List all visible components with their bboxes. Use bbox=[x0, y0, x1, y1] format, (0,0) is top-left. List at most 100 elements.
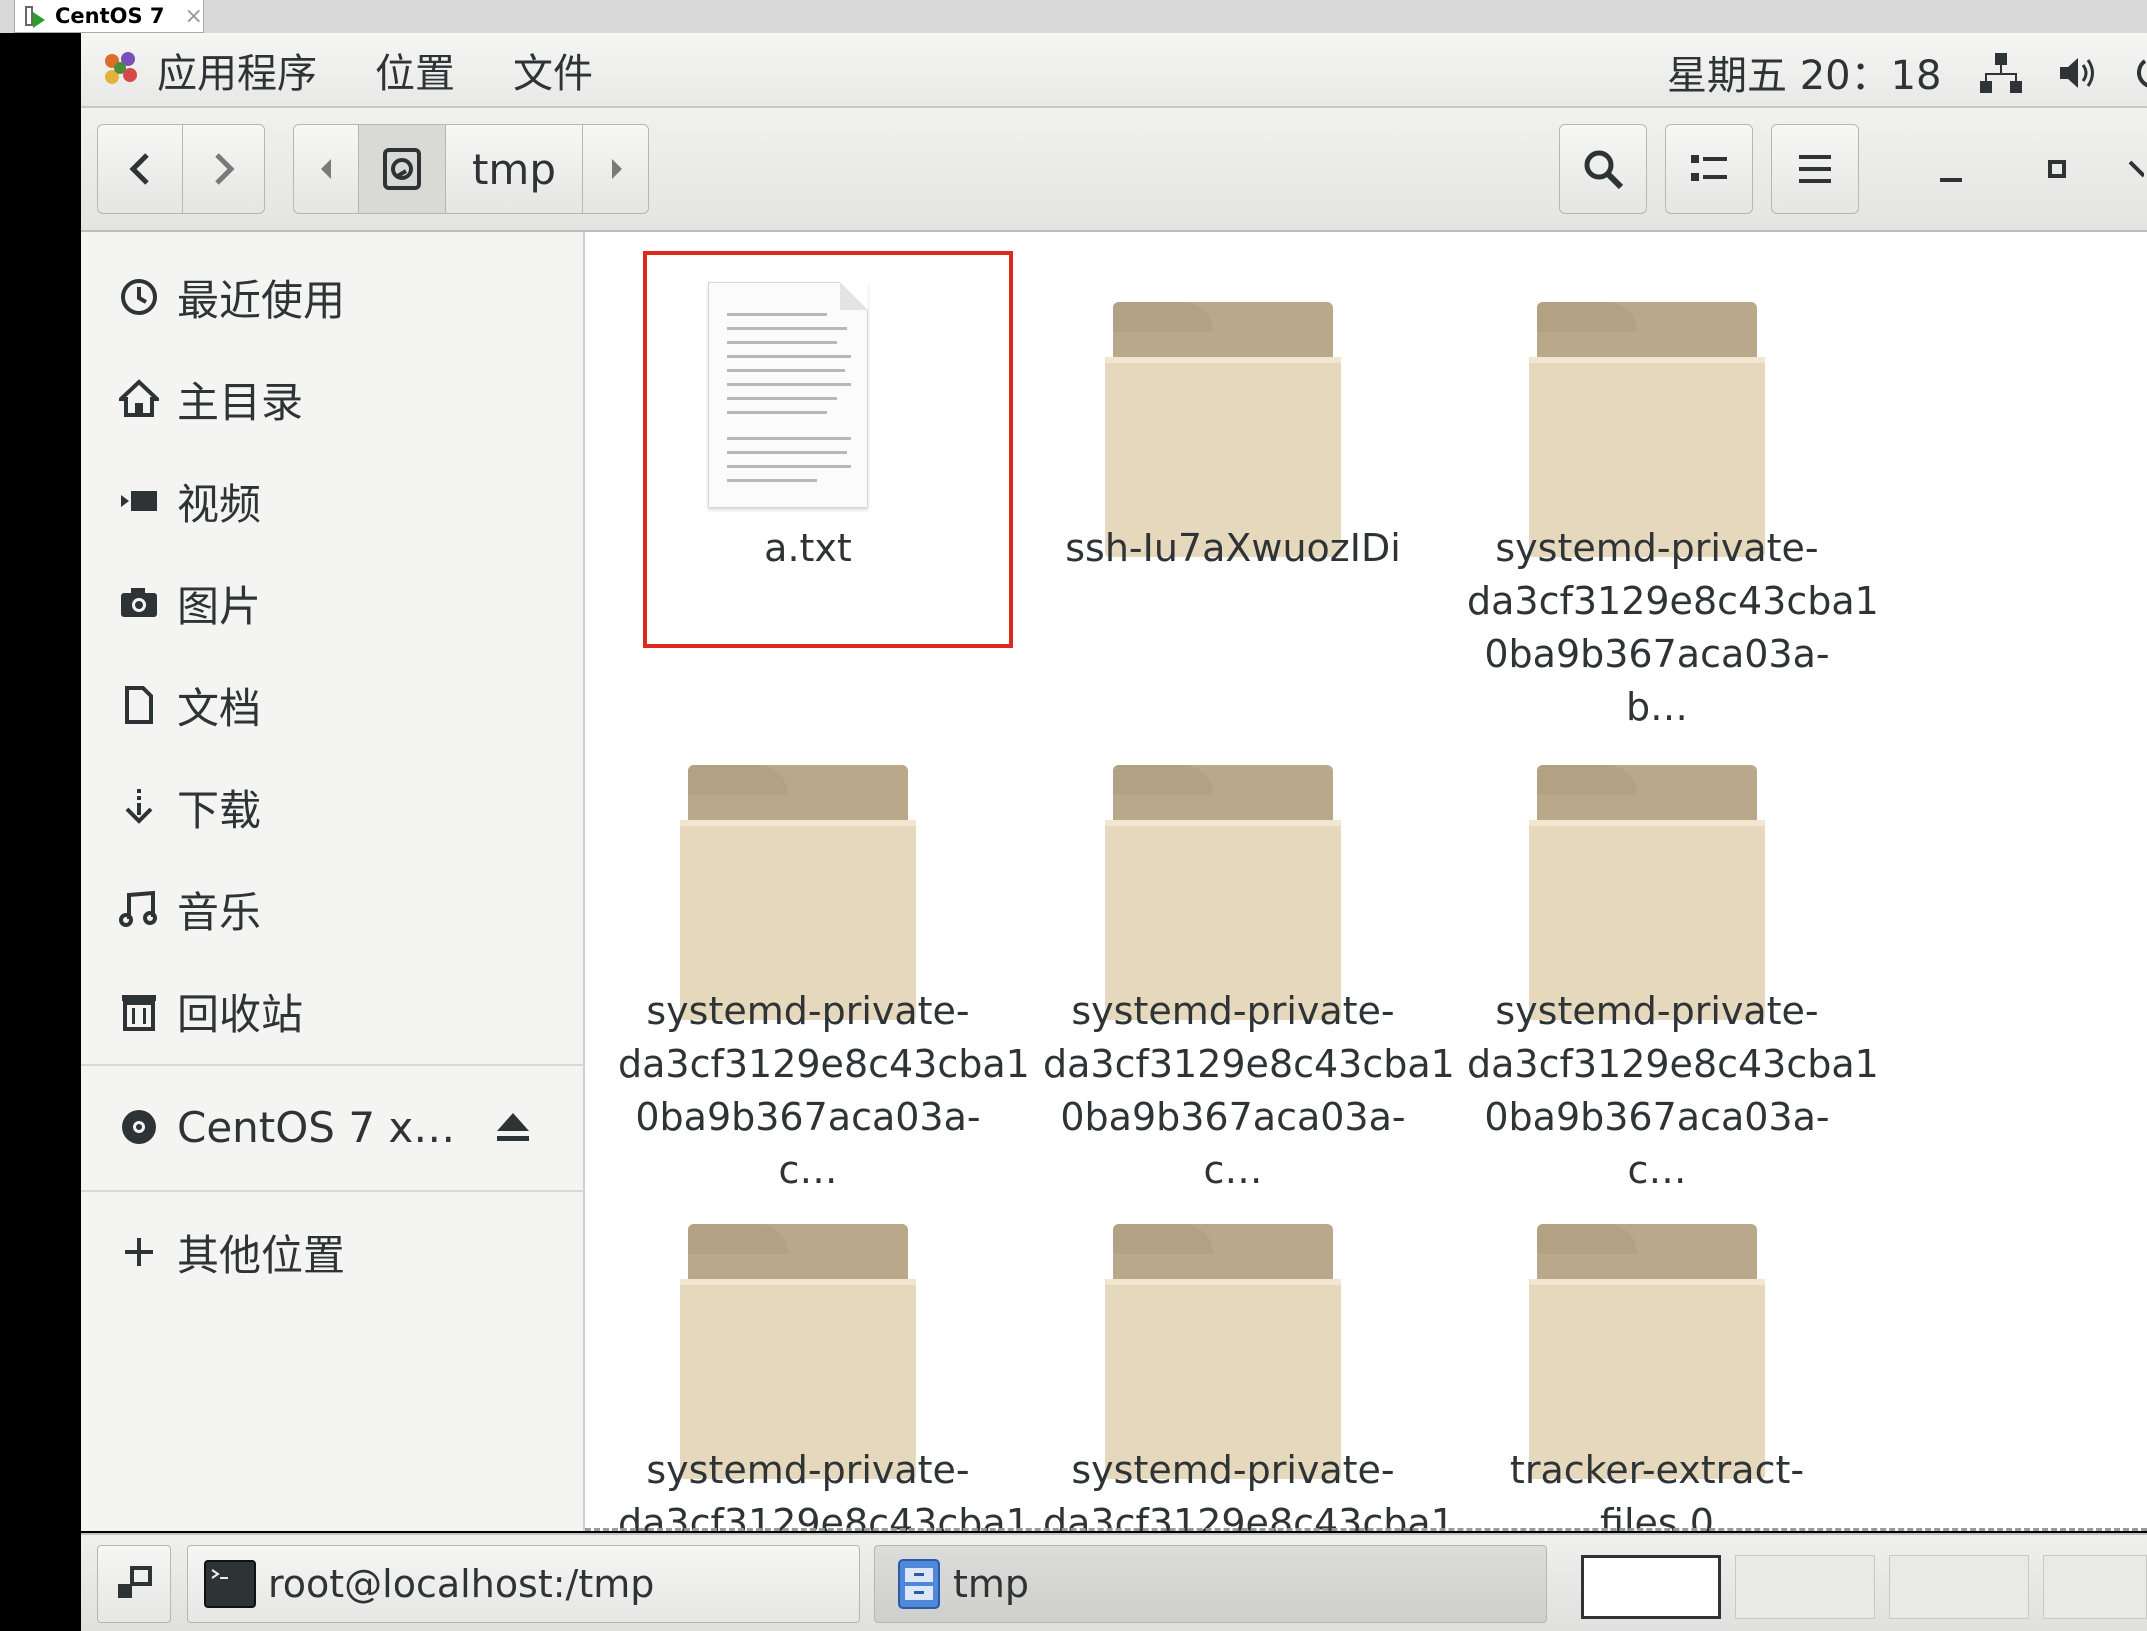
sidebar-item-label: 文档 bbox=[177, 683, 262, 733]
sidebar-item-label: 最近使用 bbox=[177, 275, 346, 325]
places-menu[interactable]: 位置 bbox=[375, 41, 455, 99]
close-button[interactable] bbox=[2121, 124, 2147, 214]
disc-icon bbox=[115, 1103, 163, 1151]
folder-name: systemd-private- da3cf3129e8c43cba1 0ba9… bbox=[1043, 989, 1455, 1192]
workspace-1[interactable] bbox=[1581, 1555, 1721, 1619]
header-bar: tmp bbox=[81, 108, 2147, 232]
folder-item[interactable]: tracker-extract-files.0 bbox=[1467, 1174, 1847, 1531]
path-scroll-left-button[interactable] bbox=[294, 125, 358, 213]
sidebar-item-music[interactable]: 音乐 bbox=[81, 864, 585, 954]
drive-icon bbox=[383, 148, 421, 190]
sidebar-item-label: 音乐 bbox=[177, 887, 262, 937]
search-button[interactable] bbox=[1559, 124, 1647, 214]
close-icon[interactable]: × bbox=[185, 4, 203, 29]
triangle-left-icon bbox=[321, 159, 331, 179]
trash-icon bbox=[115, 987, 163, 1035]
forward-button[interactable] bbox=[182, 125, 266, 213]
sidebar-item-recent[interactable]: 最近使用 bbox=[81, 252, 585, 342]
folder-item[interactable]: systemd-private- da3cf3129e8c43cba1 0ba9… bbox=[1467, 252, 1879, 729]
sidebar-item-other-locations[interactable]: 其他位置 bbox=[81, 1207, 585, 1297]
window-list: root@localhost:/tmp tmp bbox=[81, 1533, 2147, 1631]
sidebar-item-device[interactable]: CentOS 7 x… bbox=[81, 1082, 585, 1172]
vm-tab-strip: CentOS 7 × bbox=[0, 0, 2147, 33]
minimize-icon bbox=[1940, 178, 1962, 182]
workspace-2[interactable] bbox=[1735, 1555, 1875, 1619]
maximize-button[interactable] bbox=[2017, 124, 2097, 214]
host-side-strip bbox=[0, 33, 81, 1631]
video-icon bbox=[115, 477, 163, 525]
folder-icon bbox=[1529, 765, 1777, 1020]
vm-tab[interactable]: CentOS 7 × bbox=[14, 0, 204, 33]
folder-name: systemd-private- da3cf3129e8c43cba1 0ba9… bbox=[1467, 526, 1879, 729]
eject-icon[interactable] bbox=[493, 1107, 533, 1147]
desktop-icon bbox=[118, 1566, 152, 1598]
folder-name: systemd-private- da3cf3129e8c43cba1 bbox=[618, 1448, 1030, 1531]
file-menu[interactable]: 文件 bbox=[513, 41, 593, 99]
folder-item[interactable]: systemd-private- da3cf3129e8c43cba1 0ba9… bbox=[618, 715, 1030, 1192]
workspace-4[interactable] bbox=[2043, 1555, 2147, 1619]
sidebar-item-label: 主目录 bbox=[177, 377, 304, 427]
sidebar-item-pictures[interactable]: 图片 bbox=[81, 558, 585, 648]
sidebar-separator bbox=[81, 1190, 585, 1192]
terminal-icon bbox=[204, 1560, 256, 1608]
folder-name: systemd-private- da3cf3129e8c43cba1 bbox=[1043, 1448, 1455, 1531]
top-panel: 应用程序 位置 文件 星期五 20：18 bbox=[81, 33, 2147, 108]
close-window-icon bbox=[2128, 160, 2144, 178]
folder-icon bbox=[1529, 1224, 1777, 1479]
sidebar-item-label: CentOS 7 x… bbox=[177, 1102, 456, 1152]
vm-icon bbox=[23, 4, 47, 28]
vm-tab-title: CentOS 7 bbox=[55, 4, 165, 28]
applications-menu[interactable]: 应用程序 bbox=[157, 41, 317, 99]
clock[interactable]: 星期五 20：18 bbox=[1667, 43, 1942, 101]
folder-item[interactable]: systemd-private- da3cf3129e8c43cba1 0ba9… bbox=[1043, 715, 1455, 1192]
sidebar-item-label: 视频 bbox=[177, 479, 262, 529]
sidebar-item-label: 回收站 bbox=[177, 989, 304, 1039]
back-button[interactable] bbox=[98, 125, 182, 213]
sidebar-item-home[interactable]: 主目录 bbox=[81, 354, 585, 444]
chevron-left-icon bbox=[129, 153, 149, 185]
path-tmp-button[interactable]: tmp bbox=[446, 125, 582, 213]
taskbar-terminal[interactable]: root@localhost:/tmp bbox=[187, 1545, 860, 1623]
taskbar-files[interactable]: tmp bbox=[874, 1545, 1547, 1623]
sidebar-item-downloads[interactable]: 下载 bbox=[81, 762, 585, 852]
folder-name: systemd-private- da3cf3129e8c43cba1 0ba9… bbox=[1467, 989, 1879, 1192]
show-desktop-button[interactable] bbox=[97, 1545, 171, 1623]
volume-icon[interactable] bbox=[2056, 51, 2100, 104]
folder-item[interactable]: systemd-private- da3cf3129e8c43cba1 0ba9… bbox=[1467, 715, 1879, 1192]
plus-icon bbox=[115, 1228, 163, 1276]
music-icon bbox=[115, 885, 163, 933]
nav-button-group bbox=[97, 124, 265, 214]
home-icon bbox=[115, 375, 163, 423]
search-icon bbox=[1584, 150, 1624, 190]
path-scroll-right-button[interactable] bbox=[582, 125, 650, 213]
hamburger-icon bbox=[1799, 155, 1831, 183]
network-icon[interactable] bbox=[1979, 51, 2023, 104]
triangle-right-icon bbox=[611, 159, 622, 179]
power-icon[interactable] bbox=[2131, 51, 2147, 104]
taskbar-files-title: tmp bbox=[953, 1562, 1030, 1606]
taskbar-terminal-title: root@localhost:/tmp bbox=[268, 1562, 655, 1606]
selection-highlight bbox=[643, 251, 1013, 648]
clock-icon bbox=[115, 273, 163, 321]
sidebar-item-documents[interactable]: 文档 bbox=[81, 660, 585, 750]
menu-button[interactable] bbox=[1771, 124, 1859, 214]
sidebar-item-trash[interactable]: 回收站 bbox=[81, 966, 585, 1056]
sidebar-separator bbox=[81, 1064, 585, 1066]
folder-icon bbox=[680, 765, 928, 1020]
folder-icon bbox=[680, 1224, 928, 1479]
workspace-3[interactable] bbox=[1889, 1555, 2029, 1619]
chevron-right-icon bbox=[215, 153, 235, 185]
path-root-button[interactable] bbox=[358, 125, 446, 213]
document-icon bbox=[115, 681, 163, 729]
sidebar-item-videos[interactable]: 视频 bbox=[81, 456, 585, 546]
places-sidebar: 最近使用 主目录 视频 图片 文档 下载 音乐 回收站 CentOS 7 x… … bbox=[81, 232, 585, 1531]
view-mode-button[interactable] bbox=[1665, 124, 1753, 214]
folder-name: systemd-private- da3cf3129e8c43cba1 0ba9… bbox=[618, 989, 1030, 1192]
folder-item[interactable]: ssh-Iu7aXwuozIDi bbox=[1043, 252, 1423, 672]
folder-icon bbox=[1529, 302, 1777, 557]
folder-item[interactable]: systemd-private- da3cf3129e8c43cba1 bbox=[618, 1174, 1030, 1531]
sidebar-item-label: 其他位置 bbox=[177, 1230, 346, 1280]
minimize-button[interactable] bbox=[1911, 124, 1991, 214]
folder-item[interactable]: systemd-private- da3cf3129e8c43cba1 bbox=[1043, 1174, 1455, 1531]
folder-name: tracker-extract-files.0 bbox=[1509, 1448, 1805, 1531]
